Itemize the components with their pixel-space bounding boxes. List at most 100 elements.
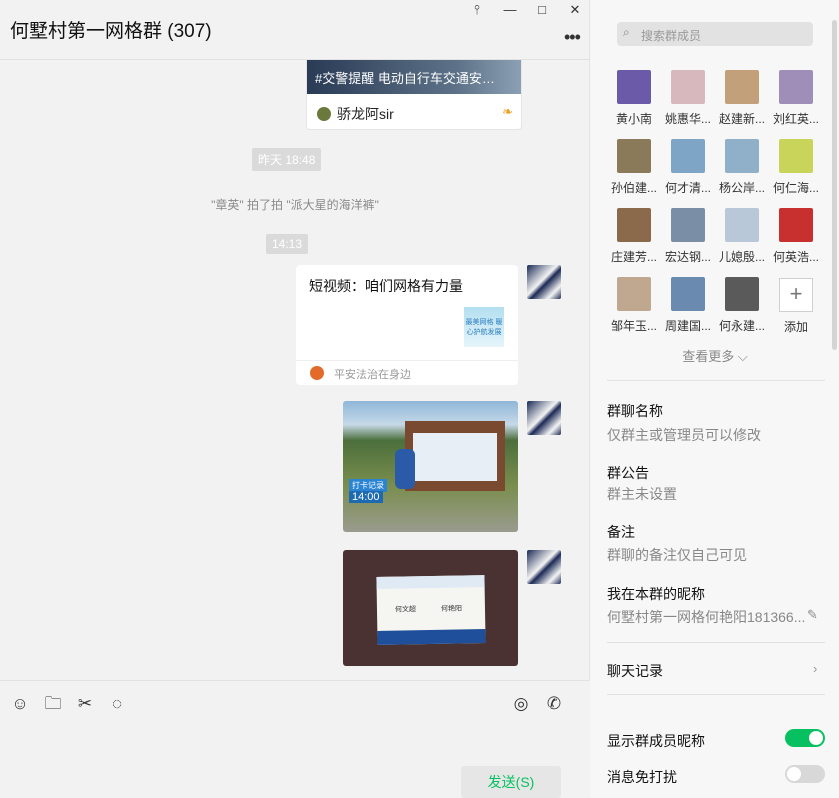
group-name-label: 群聊名称 <box>607 403 663 419</box>
notice-value[interactable]: 群主未设置 <box>607 484 677 504</box>
show-nickname-toggle[interactable] <box>785 729 825 747</box>
member-item[interactable]: 邹年玉... <box>607 277 661 334</box>
member-name: 赵建新... <box>718 112 765 126</box>
mute-label: 消息免打扰 <box>607 769 677 785</box>
scrollbar[interactable] <box>832 20 837 350</box>
notice-label: 群公告 <box>607 465 649 481</box>
member-item[interactable]: 刘红英... <box>769 70 823 127</box>
divider <box>607 380 825 381</box>
live-icon[interactable]: ◎ <box>510 693 532 715</box>
chat-header: 何墅村第一网格群 (307) ⫯ — □ ✕ ••• <box>0 0 590 60</box>
remark-label: 备注 <box>607 524 635 540</box>
avatar <box>671 139 705 173</box>
card-name: 何艳阳 <box>440 605 463 613</box>
channel-icon <box>310 366 324 380</box>
avatar <box>617 70 651 104</box>
member-search-input[interactable]: ⌕ 搜索群成员 <box>617 22 813 46</box>
video-source: 平安法治在身边 <box>334 369 411 381</box>
member-item[interactable]: 宏达钢... <box>661 208 715 265</box>
chat-bubble-icon[interactable]: ◌ <box>106 693 128 715</box>
member-name: 何永建... <box>718 319 765 333</box>
avatar <box>617 139 651 173</box>
nickname-value[interactable]: 何墅村第一网格何艳阳181366... <box>607 607 805 627</box>
divider <box>607 694 825 695</box>
avatar <box>671 70 705 104</box>
minimize-icon[interactable]: — <box>501 2 519 18</box>
more-options-icon[interactable]: ••• <box>564 27 581 48</box>
message-list[interactable]: #交警提醒 电动自行车交通安… 骄龙阿sir ❧ 昨天 18:48 "章英" 拍… <box>0 60 590 680</box>
member-item[interactable]: 赵建新... <box>715 70 769 127</box>
edit-icon[interactable]: ✎ <box>807 607 818 623</box>
maximize-icon[interactable]: □ <box>533 2 551 18</box>
show-nickname-label: 显示群成员昵称 <box>607 733 705 749</box>
member-item[interactable]: 何才清... <box>661 139 715 196</box>
member-item[interactable]: 孙伯建... <box>607 139 661 196</box>
avatar <box>617 208 651 242</box>
close-icon[interactable]: ✕ <box>566 2 584 18</box>
photo-message[interactable]: 何文超 何艳阳 <box>343 550 518 666</box>
avatar <box>725 139 759 173</box>
card-footer <box>377 629 486 645</box>
member-item[interactable]: 何仁海... <box>769 139 823 196</box>
add-member-button[interactable]: + 添加 <box>769 278 823 335</box>
member-name: 刘红英... <box>772 112 819 126</box>
see-more-link[interactable]: 查看更多 ⌵ <box>591 346 839 365</box>
member-name: 何仁海... <box>772 181 819 195</box>
send-button[interactable]: 发送(S) <box>461 766 561 798</box>
member-item[interactable]: 何英浩... <box>769 208 823 265</box>
member-name: 儿媳殷... <box>718 250 765 264</box>
photo-message[interactable]: 打卡记录 14:00 <box>343 401 518 532</box>
member-name: 宏达钢... <box>664 250 711 264</box>
member-item[interactable]: 庄建芳... <box>607 208 661 265</box>
member-item[interactable]: 杨公岸... <box>715 139 769 196</box>
group-info-pane: ⌕ 搜索群成员 黄小南 姚惠华... 赵建新... 刘红英... 孙伯建... 何才清..… <box>591 0 839 798</box>
mute-toggle[interactable] <box>785 765 825 783</box>
member-name: 孙伯建... <box>610 181 657 195</box>
member-name: 何英浩... <box>772 250 819 264</box>
emoji-icon[interactable]: ☺ <box>9 693 31 715</box>
article-source: 骄龙阿sir <box>317 104 394 124</box>
chat-title: 何墅村第一网格群 (307) <box>10 21 212 42</box>
plus-icon: + <box>779 278 813 312</box>
avatar <box>617 277 651 311</box>
chevron-down-icon: ⌵ <box>737 349 748 364</box>
article-card[interactable]: #交警提醒 电动自行车交通安… 骄龙阿sir ❧ <box>306 60 522 130</box>
avatar[interactable] <box>527 265 561 299</box>
avatar <box>725 208 759 242</box>
member-item[interactable]: 儿媳殷... <box>715 208 769 265</box>
pin-icon[interactable]: ⫯ <box>468 2 486 18</box>
chat-history-label[interactable]: 聊天记录 <box>607 661 663 681</box>
composer[interactable]: ☺ 🗀 ✂ ◌ ◎ ✆ 发送(S) <box>0 680 590 798</box>
member-name: 杨公岸... <box>718 181 765 195</box>
member-name: 姚惠华... <box>664 112 711 126</box>
toggle-knob <box>809 731 823 745</box>
video-card[interactable]: 短视频：咱们网格有力量 最美网格 暖心护航发展 平安法治在身边 <box>296 265 518 385</box>
member-item[interactable]: 黄小南 <box>607 70 661 127</box>
member-item[interactable]: 何永建... <box>715 277 769 334</box>
phone-icon[interactable]: ✆ <box>543 693 565 715</box>
member-item[interactable]: 姚惠华... <box>661 70 715 127</box>
person <box>395 449 415 489</box>
member-name: 邹年玉... <box>610 319 657 333</box>
card-header <box>376 575 485 589</box>
folder-icon[interactable]: 🗀 <box>42 693 64 715</box>
member-name: 庄建芳... <box>610 250 657 264</box>
chevron-right-icon[interactable]: › <box>813 661 817 676</box>
video-thumbnail: 最美网格 暖心护航发展 <box>464 307 504 347</box>
nickname-label: 我在本群的昵称 <box>607 586 705 602</box>
pat-notice: "章英" 拍了拍 "派大星的海洋裤" <box>211 198 379 212</box>
avatar[interactable] <box>527 550 561 584</box>
group-name-value[interactable]: 仅群主或管理员可以修改 <box>607 425 761 445</box>
search-icon: ⌕ <box>623 25 630 39</box>
card-name: 何文超 <box>394 606 417 614</box>
article-title: #交警提醒 电动自行车交通安… <box>315 71 495 86</box>
member-name: 周建国... <box>664 319 711 333</box>
account-icon <box>317 107 331 121</box>
remark-value[interactable]: 群聊的备注仅自己可见 <box>607 545 747 565</box>
search-placeholder: 搜索群成员 <box>641 29 702 43</box>
scissors-icon[interactable]: ✂ <box>74 693 96 715</box>
member-item[interactable]: 周建国... <box>661 277 715 334</box>
member-name: 黄小南 <box>615 112 652 126</box>
avatar[interactable] <box>527 401 561 435</box>
avatar <box>725 70 759 104</box>
